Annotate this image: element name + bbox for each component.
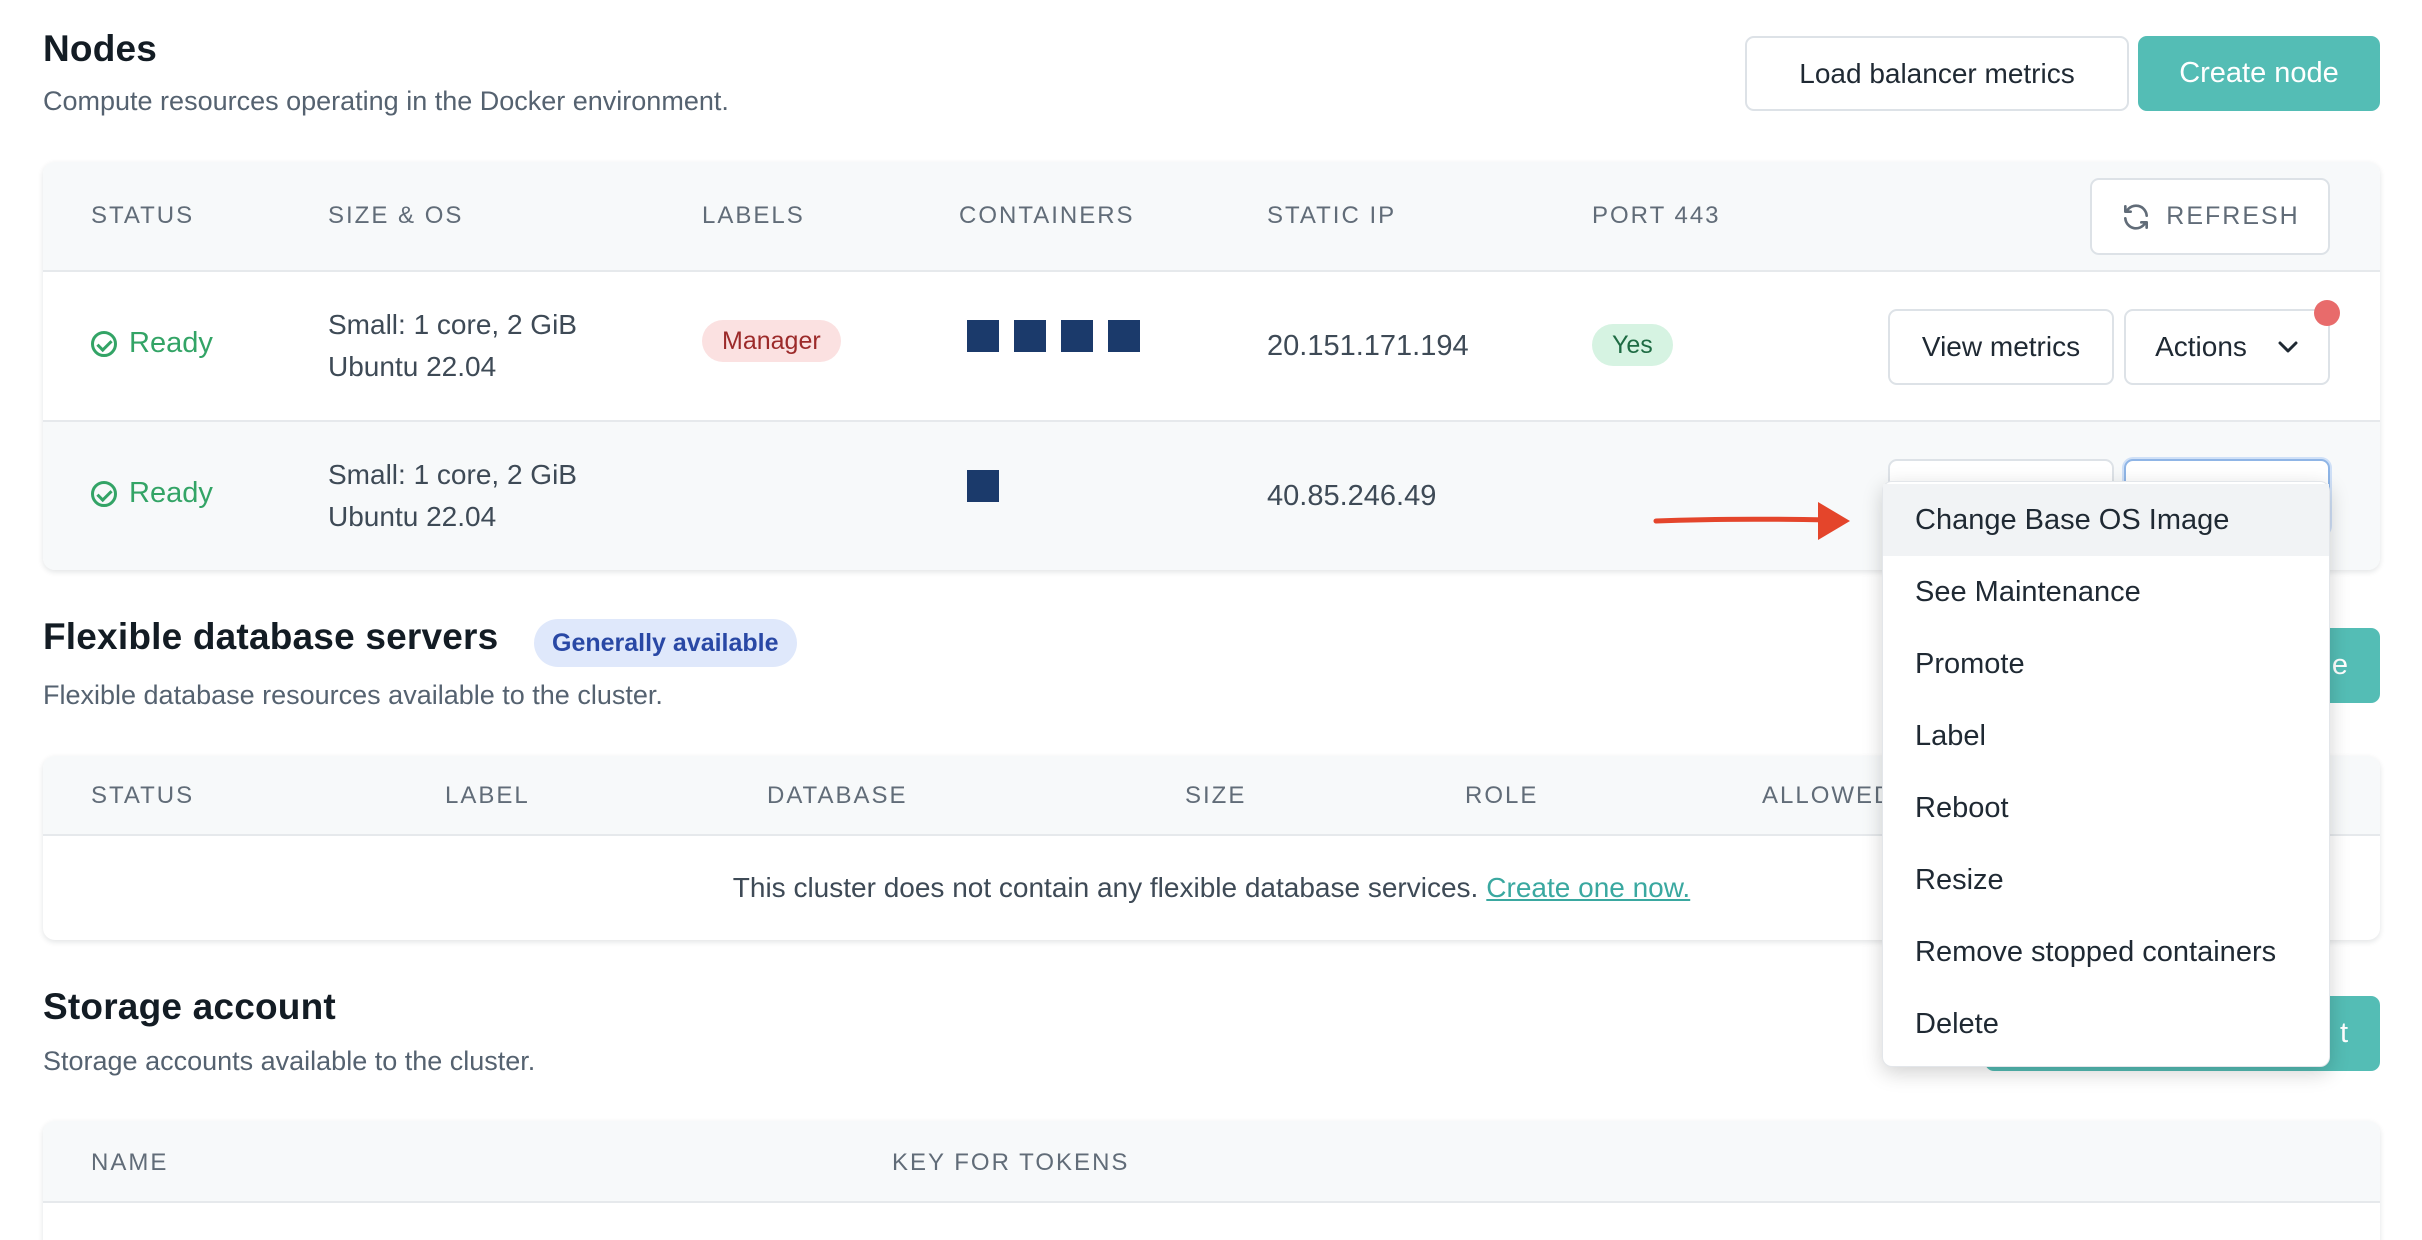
nodes-subtitle: Compute resources operating in the Docke… <box>43 86 729 116</box>
col-static-ip: STATIC IP <box>1267 202 1397 229</box>
nodes-title: Nodes <box>43 28 158 69</box>
generally-available-badge: Generally available <box>534 619 797 667</box>
chevron-down-icon <box>2278 341 2298 353</box>
create-database-label: e <box>2331 649 2348 681</box>
nodes-table-header: STATUS SIZE & OS LABELS CONTAINERS STATI… <box>43 162 2380 272</box>
col-name: NAME <box>91 1149 169 1176</box>
container-square <box>1108 320 1140 352</box>
os-text: Ubuntu 22.04 <box>328 501 497 532</box>
create-storage-label: t <box>2339 1017 2348 1049</box>
status-ready: Ready <box>91 477 213 510</box>
check-circle-icon <box>91 480 117 507</box>
col-port-443: PORT 443 <box>1592 202 1721 229</box>
menu-item-promote[interactable]: Promote <box>1883 628 2329 700</box>
label-badge[interactable]: Manager <box>702 320 841 362</box>
storage-subtitle: Storage accounts available to the cluste… <box>43 1046 536 1076</box>
view-metrics-label: View metrics <box>1921 331 2081 362</box>
storage-title: Storage account <box>43 986 336 1027</box>
actions-menu: Change Base OS Image See Maintenance Pro… <box>1882 481 2330 1067</box>
view-metrics-button[interactable]: View metrics <box>1888 309 2114 385</box>
col-role: ROLE <box>1465 782 1539 809</box>
create-one-now-link[interactable]: Create one now. <box>1486 872 1690 904</box>
container-square <box>967 470 999 502</box>
menu-item-label[interactable]: Label <box>1883 700 2329 772</box>
menu-item-delete[interactable]: Delete <box>1883 988 2329 1060</box>
status-text: Ready <box>129 327 213 359</box>
refresh-label: REFRESH <box>2166 202 2300 230</box>
col-size: SIZE <box>1185 782 1247 809</box>
status-ready: Ready <box>91 327 213 360</box>
col-status: STATUS <box>91 202 195 229</box>
col-database: DATABASE <box>767 782 908 809</box>
notification-dot <box>2314 300 2340 326</box>
container-square <box>1014 320 1046 352</box>
col-labels: LABELS <box>702 202 805 229</box>
actions-button[interactable]: Actions <box>2124 309 2330 385</box>
databases-title: Flexible database servers <box>43 616 499 657</box>
port-443-badge: Yes <box>1592 324 1673 366</box>
container-square <box>1061 320 1093 352</box>
load-balancer-metrics-label: Load balancer metrics <box>1799 57 2075 89</box>
actions-label: Actions <box>2155 331 2247 362</box>
databases-subtitle: Flexible database resources available to… <box>43 680 663 710</box>
create-node-button[interactable]: Create node <box>2138 36 2380 111</box>
menu-item-reboot[interactable]: Reboot <box>1883 772 2329 844</box>
col-size-os: SIZE & OS <box>328 202 464 229</box>
menu-item-see-maintenance[interactable]: See Maintenance <box>1883 556 2329 628</box>
static-ip: 20.151.171.194 <box>1267 330 1469 362</box>
col-label: LABEL <box>445 782 530 809</box>
containers-indicator <box>967 320 1155 352</box>
static-ip: 40.85.246.49 <box>1267 480 1437 512</box>
refresh-button[interactable]: REFRESH <box>2090 178 2330 255</box>
create-node-label: Create node <box>2179 57 2339 89</box>
col-containers: CONTAINERS <box>959 202 1135 229</box>
check-circle-icon <box>91 330 117 357</box>
container-square <box>967 320 999 352</box>
storage-table: NAME KEY FOR TOKENS <box>43 1121 2380 1240</box>
refresh-icon <box>2124 203 2149 230</box>
col-key-for-tokens: KEY FOR TOKENS <box>892 1149 1130 1176</box>
col-status: STATUS <box>91 782 195 809</box>
size-text: Small: 1 core, 2 GiB <box>328 459 577 490</box>
arrow-annotation-icon <box>1653 502 1850 540</box>
col-allowed: ALLOWED <box>1762 782 1894 809</box>
storage-table-header: NAME KEY FOR TOKENS <box>43 1121 2380 1203</box>
empty-state-text: This cluster does not contain any flexib… <box>732 872 1479 903</box>
size-text: Small: 1 core, 2 GiB <box>328 309 577 340</box>
containers-indicator <box>967 470 1014 502</box>
load-balancer-metrics-button[interactable]: Load balancer metrics <box>1745 36 2129 111</box>
menu-item-remove-stopped-containers[interactable]: Remove stopped containers <box>1883 916 2329 988</box>
os-text: Ubuntu 22.04 <box>328 351 497 382</box>
status-text: Ready <box>129 477 213 509</box>
menu-item-resize[interactable]: Resize <box>1883 844 2329 916</box>
menu-item-change-base-os-image[interactable]: Change Base OS Image <box>1883 484 2329 556</box>
table-row: Ready Small: 1 core, 2 GiB Ubuntu 22.04 … <box>43 272 2380 422</box>
